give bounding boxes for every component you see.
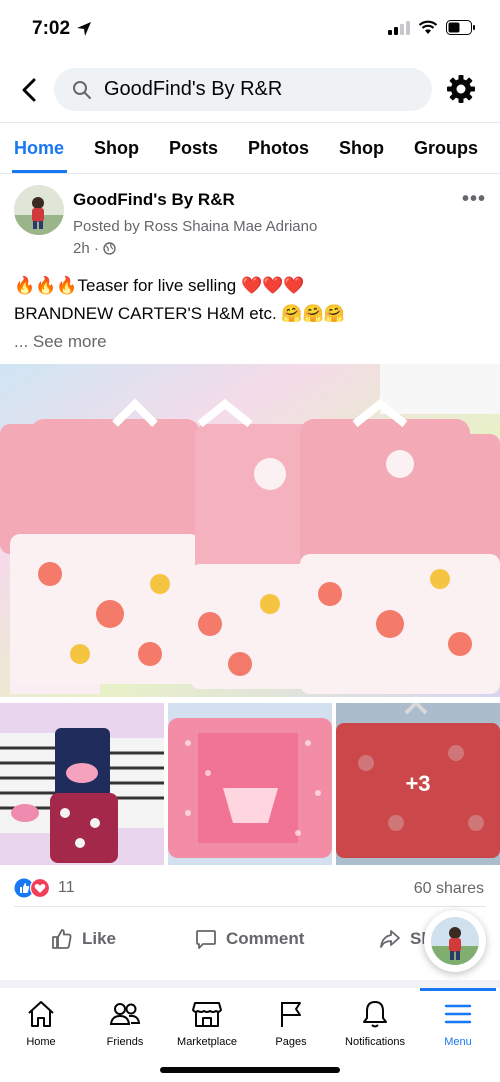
menu-icon [444,1004,472,1024]
baby-clothes-photo [0,364,500,697]
battery-icon [446,20,475,35]
marketplace-icon [192,1002,222,1027]
page-tabs: Home Shop Posts Photos Shop Groups [0,122,500,174]
post-time: 2h · [73,240,116,257]
shares-count[interactable]: 60 shares [414,880,484,898]
section-divider [0,980,500,988]
post-line-2: BRANDNEW CARTER'S H&M etc. 🤗🤗🤗 [14,304,345,323]
nav-notifications[interactable]: Notifications [330,998,420,1048]
tab-photos[interactable]: Photos [248,123,324,173]
tab-home[interactable]: Home [11,123,79,173]
tab-shop[interactable]: Shop [94,123,154,173]
more-options-button[interactable]: ••• [462,188,486,211]
tab-groups[interactable]: Groups [414,123,493,173]
friends-icon [109,1003,141,1025]
home-indicator[interactable] [160,1067,340,1073]
share-arrow-icon [380,930,400,948]
wifi-icon [418,20,438,34]
bottom-navigation: Home Friends Marketplace Pages Notificat… [0,988,500,1082]
globe-icon [103,242,116,255]
signal-icon [388,20,410,35]
post-actions: Like Comment Sh [14,906,486,974]
love-reaction-icon [30,878,50,898]
status-icons [388,20,476,35]
search-icon [73,80,91,99]
post-main-photo[interactable] [0,364,500,697]
posted-by-text: Posted by Ross Shaina Mae Adriano [73,218,318,235]
tab-posts[interactable]: Posts [169,123,233,173]
reactions-summary[interactable]: 11 [14,878,75,898]
thumbs-up-icon [52,929,72,949]
home-icon [28,1001,54,1027]
tab-shop-2[interactable]: Shop [339,123,399,173]
nav-marketplace-label: Marketplace [177,1036,237,1048]
status-time: 7:02 [32,18,92,40]
post-time-text: 2h · [73,240,99,257]
post-photo-2[interactable] [0,703,164,865]
nav-pages-label: Pages [275,1036,307,1048]
bell-icon [363,1001,387,1028]
gear-icon [447,75,475,103]
comment-icon [196,930,216,949]
nav-friends[interactable]: Friends [80,998,170,1048]
search-header: GoodFind's By R&R [0,58,500,122]
nav-friends-label: Friends [106,1036,144,1048]
nav-home-label: Home [26,1036,56,1048]
location-arrow-icon [77,22,92,36]
like-button[interactable]: Like [50,927,116,951]
post-photo-3[interactable] [168,703,332,865]
like-label: Like [82,929,117,948]
nav-menu[interactable]: Menu [413,998,500,1048]
nav-marketplace[interactable]: Marketplace [162,998,252,1048]
striped-shirts-photo [0,703,164,865]
back-button[interactable] [14,72,44,108]
nav-notifications-label: Notifications [345,1036,405,1048]
post-body: 🔥🔥🔥Teaser for live selling ❤️❤️❤️ BRANDN… [14,272,484,356]
chevron-left-icon [22,78,36,102]
status-bar: 7:02 [0,0,500,58]
pink-romper-photo [168,703,332,865]
post-header: GoodFind's By R&R Posted by Ross Shaina … [0,180,500,260]
page-avatar[interactable] [14,185,64,235]
pages-flag-icon [281,1002,301,1027]
search-input[interactable]: GoodFind's By R&R [54,68,432,111]
post-line-1: 🔥🔥🔥Teaser for live selling ❤️❤️❤️ [14,276,305,295]
see-more-link[interactable]: ... See more [14,328,484,356]
nav-menu-label: Menu [444,1036,472,1048]
share-as-avatar[interactable] [424,910,486,972]
more-photos-count[interactable]: +3 [336,703,500,865]
search-query: GoodFind's By R&R [104,78,283,100]
active-tab-indicator [420,988,496,991]
share-avatar-photo [431,917,479,965]
reaction-count: 11 [58,879,75,896]
nav-home[interactable]: Home [0,998,86,1048]
post-photo-4[interactable]: +3 [336,703,500,865]
clock-text: 7:02 [32,18,71,39]
comment-button[interactable]: Comment [194,927,304,951]
avatar-photo [14,185,64,235]
nav-pages[interactable]: Pages [246,998,336,1048]
post-page-name[interactable]: GoodFind's By R&R [73,190,235,210]
comment-label: Comment [226,929,305,948]
settings-button[interactable] [446,74,476,104]
